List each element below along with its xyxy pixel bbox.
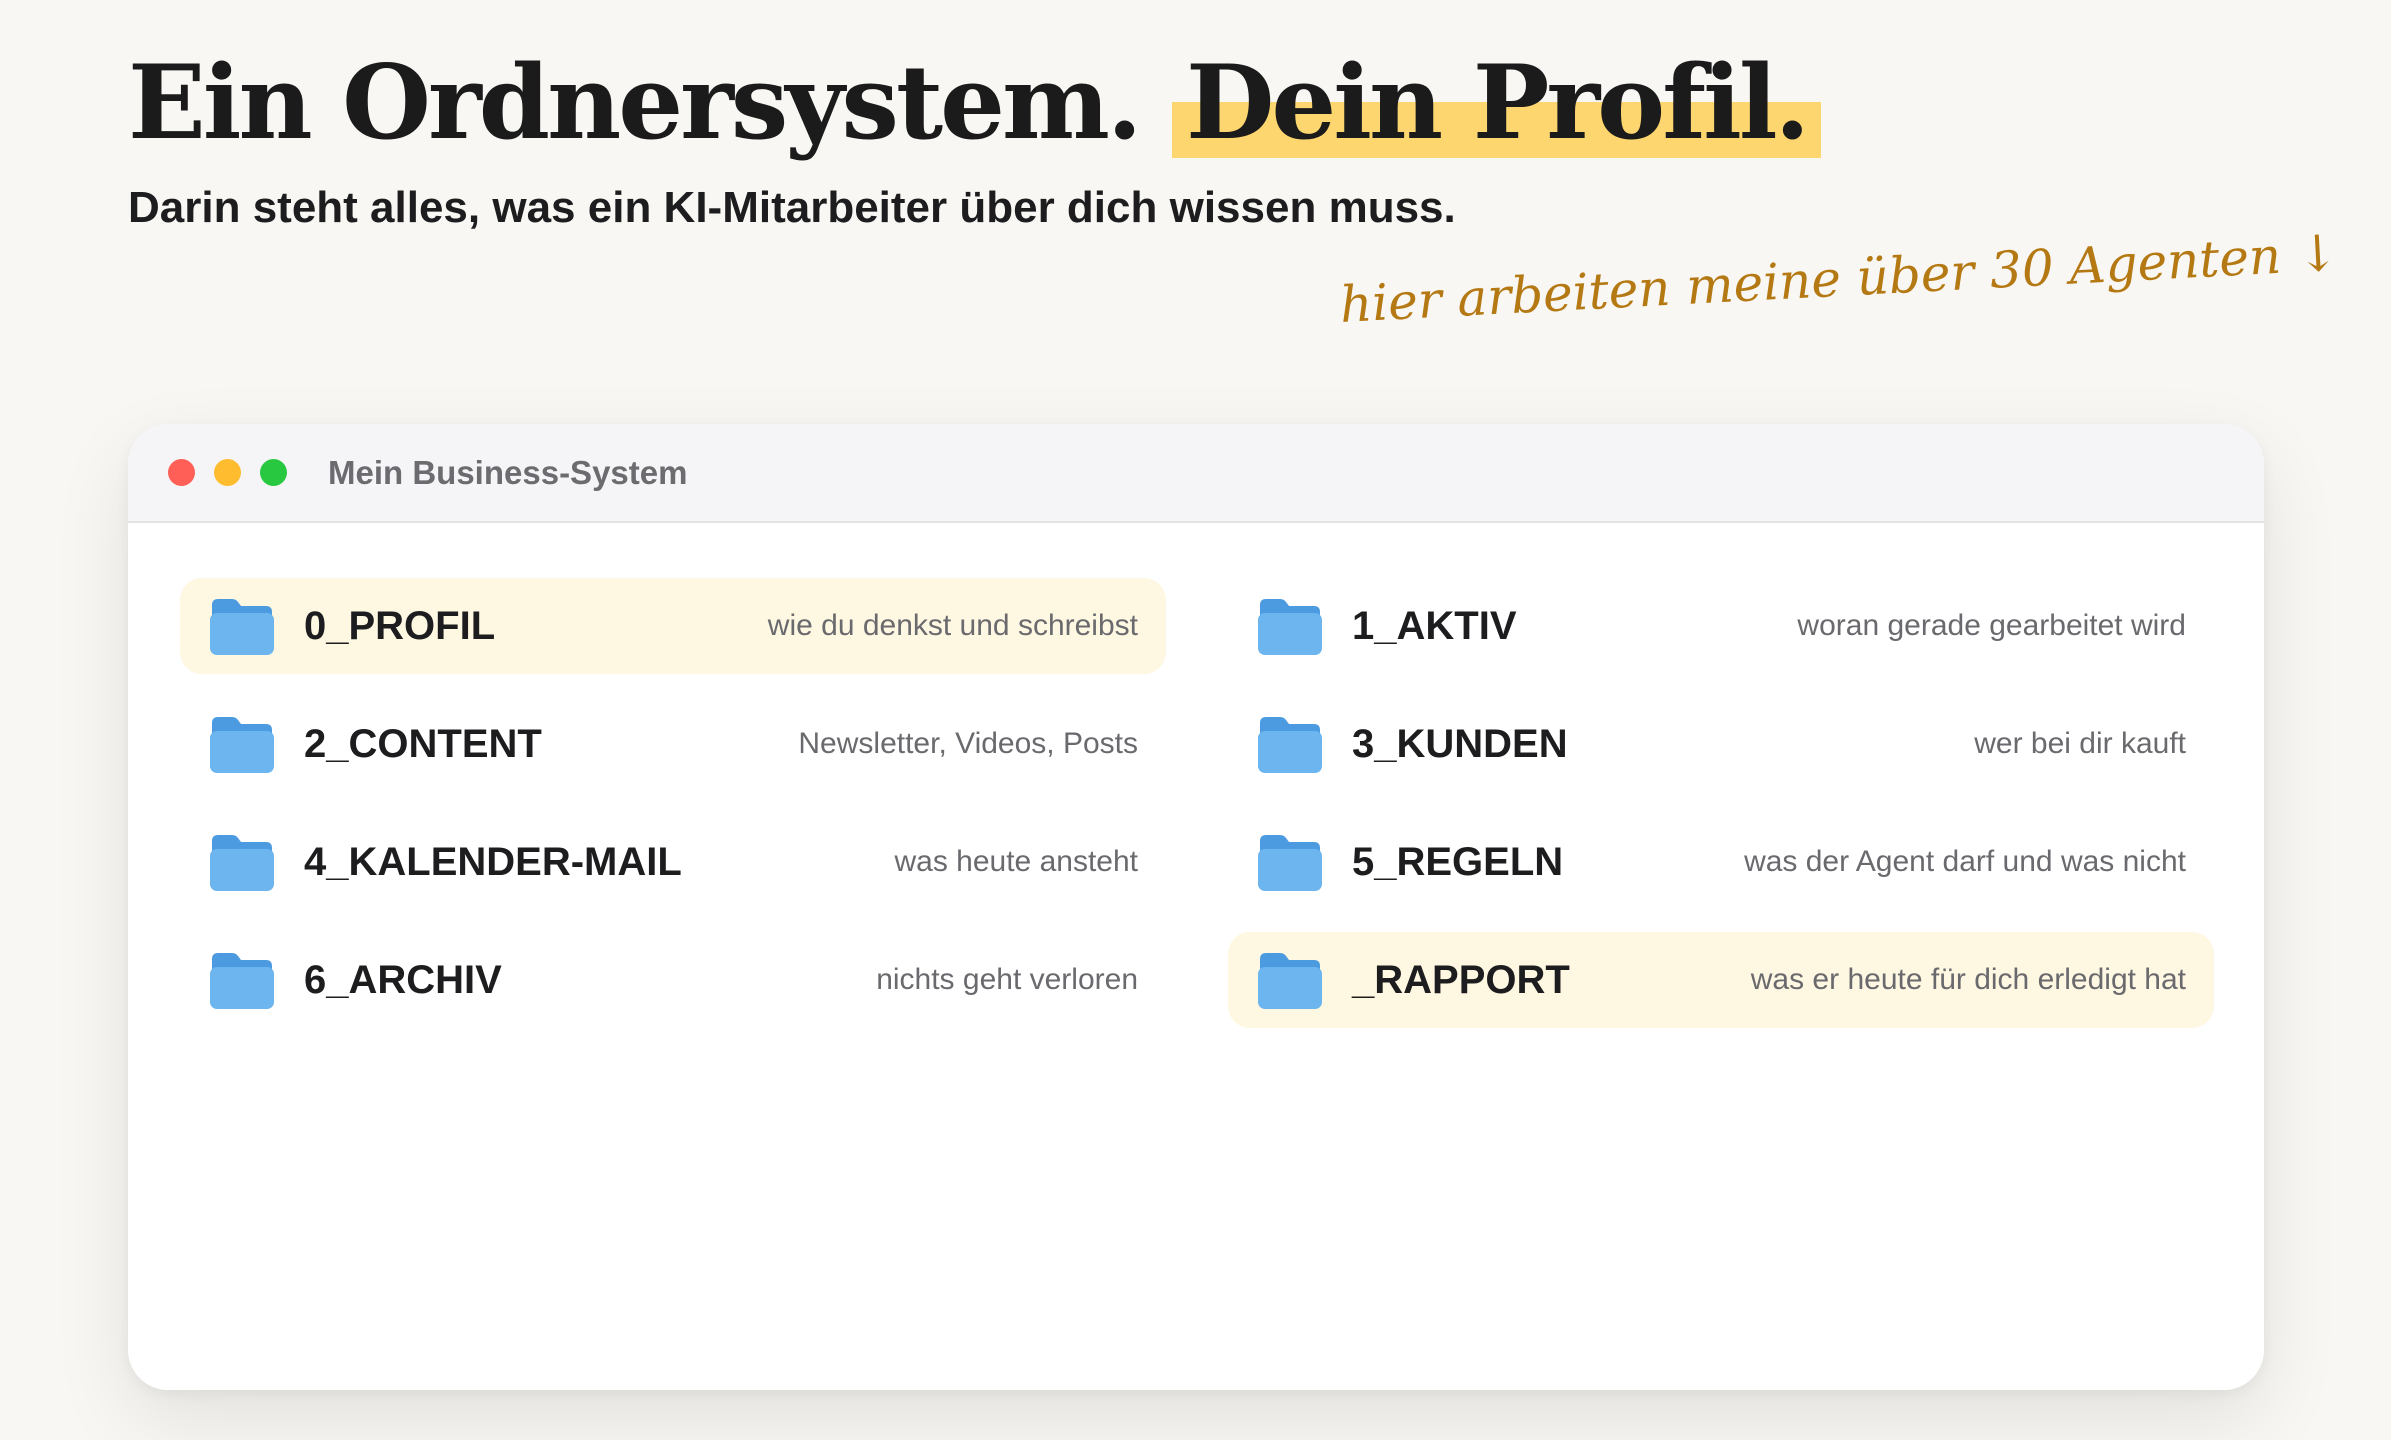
folder-name: 1_AKTIV — [1352, 603, 1517, 648]
folder-item[interactable]: 5_REGELN was der Agent darf und was nich… — [1228, 814, 2214, 910]
folder-item[interactable]: 1_AKTIV woran gerade gearbeitet wird — [1228, 578, 2214, 674]
folder-description: was er heute für dich erledigt hat — [1750, 963, 2186, 996]
folder-description: was heute ansteht — [894, 845, 1138, 878]
page-subline: Darin steht alles, was ein KI-Mitarbeite… — [128, 183, 1456, 232]
folder-name: 0_PROFIL — [304, 603, 496, 648]
page-headline: Ein Ordnersystem. Dein Profil. — [128, 38, 1822, 168]
folder-icon — [1258, 953, 1322, 1009]
folder-description: wie du denkst und schreibst — [767, 609, 1138, 642]
folder-name: 3_KUNDEN — [1352, 721, 1568, 766]
headline-part-1: Ein Ordnersystem. — [128, 43, 1142, 163]
folder-item[interactable]: 4_KALENDER-MAIL was heute ansteht — [180, 814, 1166, 910]
folder-name: 4_KALENDER-MAIL — [304, 839, 682, 884]
finder-window: Mein Business-System 0_PROFIL wie du den… — [128, 424, 2264, 1390]
folder-description: wer bei dir kauft — [1974, 727, 2186, 760]
folder-item[interactable]: 6_ARCHIV nichts geht verloren — [180, 932, 1166, 1028]
folder-name: 6_ARCHIV — [304, 957, 502, 1002]
minimize-window-button[interactable] — [214, 459, 241, 486]
maximize-window-button[interactable] — [260, 459, 287, 486]
folder-icon — [210, 835, 274, 891]
folder-name: _RAPPORT — [1352, 957, 1570, 1002]
folder-item[interactable]: _RAPPORT was er heute für dich erledigt … — [1228, 932, 2214, 1028]
window-title: Mein Business-System — [328, 453, 688, 491]
folder-icon — [1258, 835, 1322, 891]
folder-icon — [210, 953, 274, 1009]
folder-item[interactable]: 2_CONTENT Newsletter, Videos, Posts — [180, 696, 1166, 792]
folder-description: Newsletter, Videos, Posts — [798, 727, 1138, 760]
folder-description: nichts geht verloren — [876, 963, 1138, 996]
folder-name: 5_REGELN — [1352, 839, 1564, 884]
folder-icon — [1258, 599, 1322, 655]
folder-icon — [210, 599, 274, 655]
folder-description: was der Agent darf und was nicht — [1744, 845, 2186, 878]
folder-icon — [210, 717, 274, 773]
folder-icon — [1258, 717, 1322, 773]
folder-description: woran gerade gearbeitet wird — [1797, 609, 2186, 642]
folder-item[interactable]: 0_PROFIL wie du denkst und schreibst — [180, 578, 1166, 674]
window-titlebar: Mein Business-System — [128, 424, 2264, 523]
close-window-button[interactable] — [168, 459, 195, 486]
folder-grid: 0_PROFIL wie du denkst und schreibst 1_A… — [180, 578, 2214, 1028]
folder-item[interactable]: 3_KUNDEN wer bei dir kauft — [1228, 696, 2214, 792]
folder-name: 2_CONTENT — [304, 721, 542, 766]
headline-highlight: Dein Profil. — [1171, 38, 1822, 168]
handwritten-note: hier arbeiten meine über 30 Agenten ↓ — [1338, 223, 2341, 334]
